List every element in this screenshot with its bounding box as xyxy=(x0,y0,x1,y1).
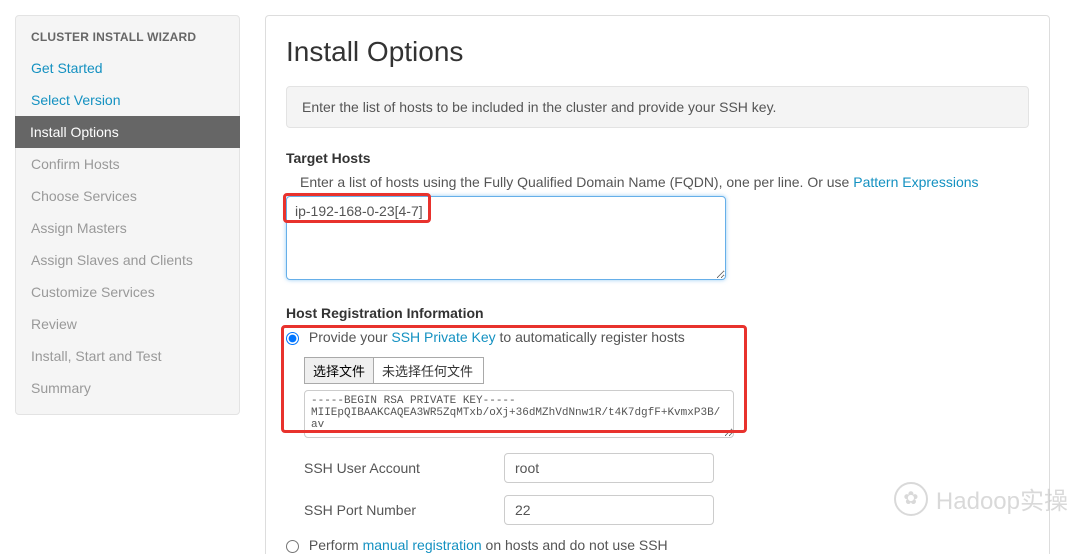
ssh-user-input[interactable] xyxy=(504,453,714,483)
reg-option-manual[interactable]: Perform manual registration on hosts and… xyxy=(286,537,1029,553)
nav-select-version[interactable]: Select Version xyxy=(16,84,239,116)
nav-assign-slaves[interactable]: Assign Slaves and Clients xyxy=(16,244,239,276)
target-hosts-textarea[interactable] xyxy=(286,196,726,280)
wizard-sidebar: CLUSTER INSTALL WIZARD Get Started Selec… xyxy=(0,0,240,554)
nav-summary[interactable]: Summary xyxy=(16,372,239,404)
ssh-port-input[interactable] xyxy=(504,495,714,525)
manual-registration-link[interactable]: manual registration xyxy=(363,537,482,553)
host-reg-label: Host Registration Information xyxy=(286,305,1029,321)
pattern-expressions-link[interactable]: Pattern Expressions xyxy=(853,174,978,190)
nav-customize[interactable]: Customize Services xyxy=(16,276,239,308)
nav-review[interactable]: Review xyxy=(16,308,239,340)
info-banner: Enter the list of hosts to be included i… xyxy=(286,86,1029,128)
nav-install-start[interactable]: Install, Start and Test xyxy=(16,340,239,372)
target-hosts-help: Enter a list of hosts using the Fully Qu… xyxy=(300,174,1029,190)
target-hosts-label: Target Hosts xyxy=(286,150,1029,166)
nav-assign-masters[interactable]: Assign Masters xyxy=(16,212,239,244)
nav-choose-services[interactable]: Choose Services xyxy=(16,180,239,212)
radio-privatekey[interactable] xyxy=(286,332,299,345)
nav-confirm-hosts[interactable]: Confirm Hosts xyxy=(16,148,239,180)
ssh-port-label: SSH Port Number xyxy=(304,502,504,518)
choose-file-button[interactable]: 选择文件 xyxy=(304,357,374,384)
wizard-heading: CLUSTER INSTALL WIZARD xyxy=(16,16,239,52)
nav-get-started[interactable]: Get Started xyxy=(16,52,239,84)
file-none-label: 未选择任何文件 xyxy=(374,357,484,384)
main-content: Install Options Enter the list of hosts … xyxy=(240,0,1080,554)
reg-option-privatekey[interactable]: Provide your SSH Private Key to automati… xyxy=(286,329,1029,345)
nav-install-options[interactable]: Install Options xyxy=(15,116,240,148)
ssh-private-key-link[interactable]: SSH Private Key xyxy=(391,329,495,345)
ssh-user-label: SSH User Account xyxy=(304,460,504,476)
private-key-textarea[interactable] xyxy=(304,390,734,438)
radio-manual[interactable] xyxy=(286,540,299,553)
page-title: Install Options xyxy=(286,36,1029,68)
